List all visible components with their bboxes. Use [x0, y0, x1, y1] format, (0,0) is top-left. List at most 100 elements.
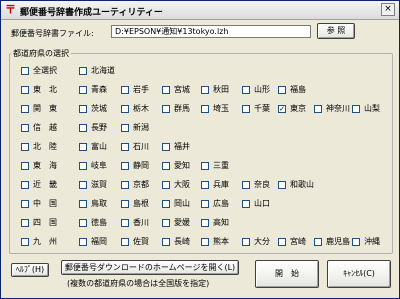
cancel-button[interactable]: ｷｬﾝｾﾙ(C) [327, 260, 391, 288]
prefecture-checkbox[interactable]: 熊本 [201, 237, 229, 248]
checkbox-unchecked[interactable] [79, 180, 87, 189]
checkbox-unchecked[interactable] [201, 85, 209, 94]
prefecture-checkbox[interactable]: 秋田 [201, 85, 229, 96]
checkbox-unchecked[interactable] [278, 85, 286, 94]
prefecture-checkbox[interactable]: 佐賀 [121, 237, 149, 248]
prefecture-checkbox[interactable]: 東 北 [21, 85, 57, 96]
checkbox-unchecked[interactable] [162, 85, 170, 94]
checkbox-unchecked[interactable] [121, 142, 129, 151]
checkbox-unchecked[interactable] [121, 237, 129, 246]
checkbox-unchecked[interactable] [79, 85, 87, 94]
prefecture-checkbox[interactable]: 石川 [121, 142, 149, 153]
checkbox-unchecked[interactable] [21, 180, 29, 189]
prefecture-checkbox[interactable]: 宮崎 [278, 237, 306, 248]
checkbox-unchecked[interactable] [314, 104, 322, 113]
prefecture-checkbox[interactable]: 鹿児島 [314, 237, 350, 248]
prefecture-checkbox[interactable]: 北 陸 [21, 142, 57, 153]
prefecture-checkbox[interactable]: 九 州 [21, 237, 57, 248]
checkbox-unchecked[interactable] [162, 218, 170, 227]
checkbox-unchecked[interactable] [21, 85, 29, 94]
prefecture-checkbox[interactable]: 岡山 [162, 199, 190, 210]
checkbox-unchecked[interactable] [278, 180, 286, 189]
prefecture-checkbox[interactable]: 大阪 [162, 180, 190, 191]
checkbox-unchecked[interactable] [79, 104, 87, 113]
prefecture-checkbox[interactable]: 島根 [121, 199, 149, 210]
prefecture-checkbox[interactable]: 鳥取 [79, 199, 107, 210]
prefecture-checkbox[interactable]: 京都 [121, 180, 149, 191]
prefecture-checkbox[interactable]: 宮城 [162, 85, 190, 96]
prefecture-checkbox[interactable]: 三重 [201, 161, 229, 172]
prefecture-checkbox[interactable]: 埼玉 [201, 104, 229, 115]
prefecture-checkbox[interactable]: 沖縄 [352, 237, 380, 248]
prefecture-checkbox[interactable]: 信 越 [21, 123, 57, 134]
prefecture-checkbox[interactable]: 福島 [278, 85, 306, 96]
prefecture-checkbox[interactable]: 福岡 [79, 237, 107, 248]
checkbox-unchecked[interactable] [314, 237, 322, 246]
checkbox-unchecked[interactable] [162, 180, 170, 189]
checkbox-unchecked[interactable] [79, 123, 87, 132]
prefecture-checkbox[interactable]: 全選択 [21, 66, 57, 77]
prefecture-checkbox[interactable]: 広島 [201, 199, 229, 210]
checkbox-unchecked[interactable] [201, 218, 209, 227]
prefecture-checkbox[interactable]: 和歌山 [278, 180, 314, 191]
prefecture-checkbox[interactable]: ✓ 東京 [278, 104, 306, 115]
prefecture-checkbox[interactable]: 茨城 [79, 104, 107, 115]
checkbox-unchecked[interactable] [352, 104, 360, 113]
prefecture-checkbox[interactable]: 四 国 [21, 218, 57, 229]
checkbox-unchecked[interactable] [162, 161, 170, 170]
prefecture-checkbox[interactable]: 愛知 [162, 161, 190, 172]
browse-button[interactable]: 参 照 [317, 23, 355, 39]
checkbox-unchecked[interactable] [21, 218, 29, 227]
checkbox-unchecked[interactable] [21, 161, 29, 170]
checkbox-unchecked[interactable] [162, 142, 170, 151]
checkbox-unchecked[interactable] [79, 218, 87, 227]
prefecture-checkbox[interactable]: 福井 [162, 142, 190, 153]
checkbox-unchecked[interactable] [121, 199, 129, 208]
checkbox-unchecked[interactable] [242, 180, 250, 189]
checkbox-unchecked[interactable] [21, 199, 29, 208]
checkbox-unchecked[interactable] [121, 104, 129, 113]
prefecture-checkbox[interactable]: 奈良 [242, 180, 270, 191]
checkbox-unchecked[interactable] [242, 85, 250, 94]
prefecture-checkbox[interactable]: 富山 [79, 142, 107, 153]
checkbox-unchecked[interactable] [121, 218, 129, 227]
checkbox-unchecked[interactable] [162, 104, 170, 113]
checkbox-checked[interactable]: ✓ [278, 104, 286, 113]
checkbox-unchecked[interactable] [21, 237, 29, 246]
checkbox-unchecked[interactable] [21, 104, 29, 113]
prefecture-checkbox[interactable]: 岩手 [121, 85, 149, 96]
prefecture-checkbox[interactable]: 東 海 [21, 161, 57, 172]
checkbox-unchecked[interactable] [121, 123, 129, 132]
file-path-input[interactable]: D:¥EPSON¥通知¥13tokyo.lzh [111, 25, 311, 38]
open-homepage-button[interactable]: 郵便番号ダウンロードのホームページを開く(L) [61, 260, 239, 275]
prefecture-checkbox[interactable]: 千葉 [242, 104, 270, 115]
prefecture-checkbox[interactable]: 関 東 [21, 104, 57, 115]
checkbox-unchecked[interactable] [242, 104, 250, 113]
prefecture-checkbox[interactable]: 北海道 [79, 66, 115, 77]
prefecture-checkbox[interactable]: 大分 [242, 237, 270, 248]
prefecture-checkbox[interactable]: 愛媛 [162, 218, 190, 229]
prefecture-checkbox[interactable]: 山梨 [352, 104, 380, 115]
prefecture-checkbox[interactable]: 高知 [201, 218, 229, 229]
checkbox-unchecked[interactable] [201, 237, 209, 246]
prefecture-checkbox[interactable]: 神奈川 [314, 104, 350, 115]
checkbox-unchecked[interactable] [21, 66, 29, 75]
checkbox-unchecked[interactable] [79, 142, 87, 151]
start-button[interactable]: 開 始 [255, 260, 319, 288]
checkbox-unchecked[interactable] [242, 199, 250, 208]
prefecture-checkbox[interactable]: 香川 [121, 218, 149, 229]
checkbox-unchecked[interactable] [79, 199, 87, 208]
checkbox-unchecked[interactable] [278, 237, 286, 246]
checkbox-unchecked[interactable] [21, 123, 29, 132]
prefecture-checkbox[interactable]: 徳島 [79, 218, 107, 229]
checkbox-unchecked[interactable] [242, 237, 250, 246]
checkbox-unchecked[interactable] [201, 104, 209, 113]
checkbox-unchecked[interactable] [162, 237, 170, 246]
prefecture-checkbox[interactable]: 岐阜 [79, 161, 107, 172]
prefecture-checkbox[interactable]: 近 畿 [21, 180, 57, 191]
checkbox-unchecked[interactable] [79, 66, 87, 75]
prefecture-checkbox[interactable]: 長野 [79, 123, 107, 134]
checkbox-unchecked[interactable] [121, 180, 129, 189]
prefecture-checkbox[interactable]: 群馬 [162, 104, 190, 115]
prefecture-checkbox[interactable]: 兵庫 [201, 180, 229, 191]
